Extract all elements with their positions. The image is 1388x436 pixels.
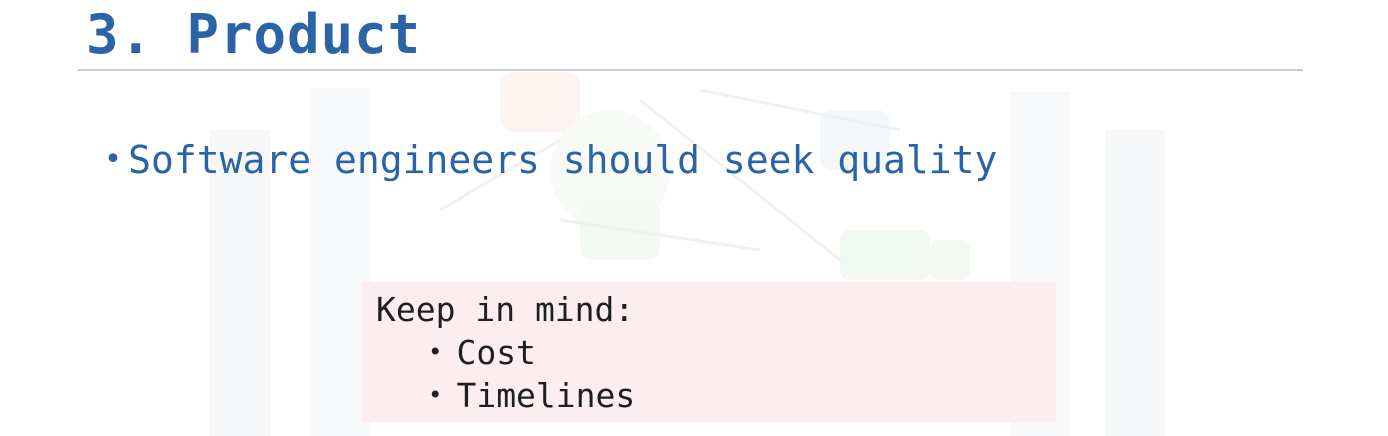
bullet-item: • Software engineers should seek quality	[104, 134, 997, 186]
note-item-text: Cost	[456, 333, 536, 372]
slide: 3. Product • Software engineers should se…	[0, 0, 1388, 436]
note-item-marker: •	[428, 338, 443, 366]
note-content: Keep in mind: • Cost • Timelines	[376, 288, 635, 417]
note-item-marker: •	[428, 381, 443, 409]
bullet-marker: •	[104, 142, 123, 177]
note-item: • Timelines	[376, 374, 635, 417]
note-heading: Keep in mind:	[376, 290, 635, 329]
note-item: • Cost	[376, 331, 635, 374]
note-item-text: Timelines	[456, 376, 636, 415]
title-divider	[77, 69, 1303, 71]
bullet-text: Software engineers should seek quality	[128, 138, 998, 182]
slide-title: 3. Product	[86, 3, 422, 66]
